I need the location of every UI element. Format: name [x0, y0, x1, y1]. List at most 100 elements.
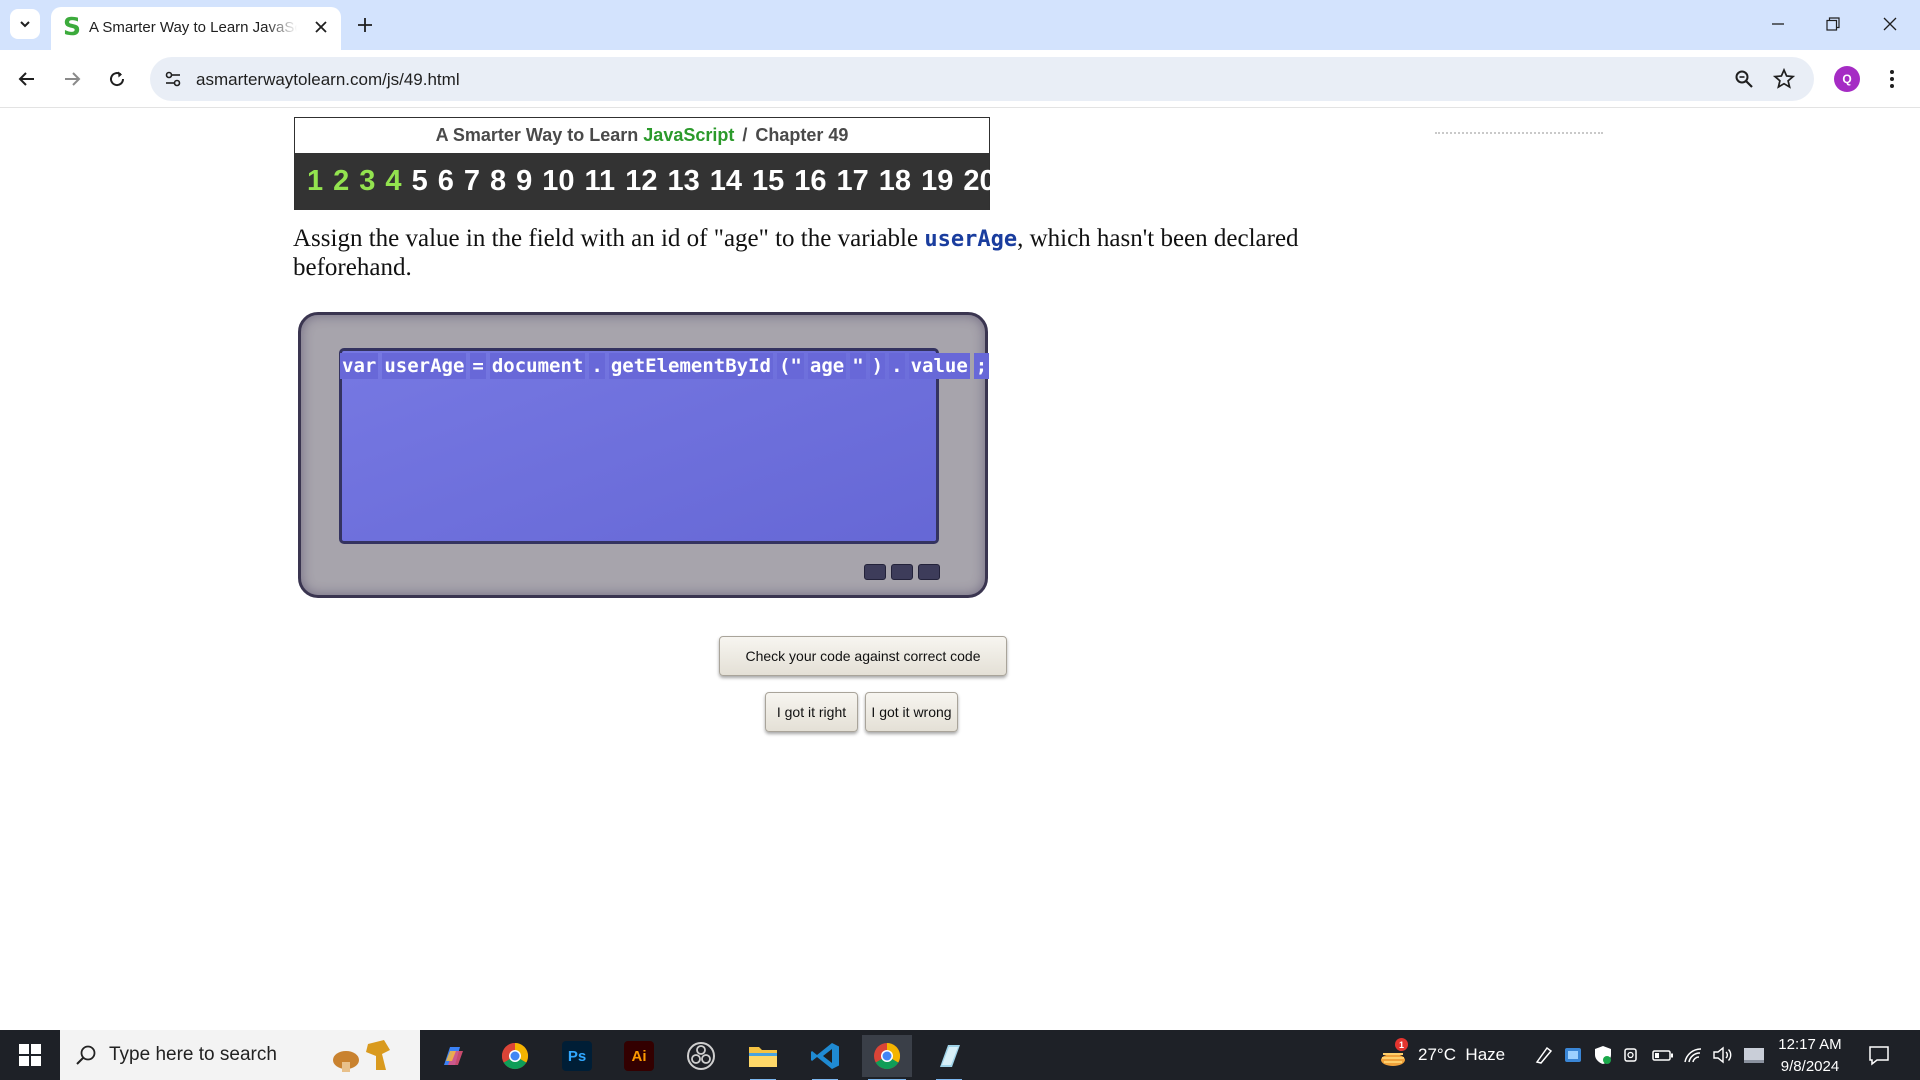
chapter-link-1[interactable]: 1: [307, 165, 323, 198]
monitor-button-icon: [891, 564, 913, 580]
display-app-icon[interactable]: [1562, 1044, 1584, 1066]
tab-title: A Smarter Way to Learn JavaScript: [89, 19, 297, 36]
chapter-link-14[interactable]: 14: [710, 165, 742, 198]
chapter-link-8[interactable]: 8: [490, 165, 506, 198]
chapter-link-11[interactable]: 11: [585, 165, 616, 198]
code-answer-line[interactable]: var userAge = document. getElementById (" age "…: [340, 352, 993, 379]
notepad-icon[interactable]: [924, 1035, 974, 1080]
security-shield-icon[interactable]: [1592, 1044, 1614, 1066]
browser-toolbar: asmarterwaytolearn.com/js/49.html Q: [0, 50, 1920, 108]
battery-icon[interactable]: [1652, 1044, 1674, 1066]
clock-date: 9/8/2024: [1780, 1058, 1840, 1075]
site-info-icon[interactable]: [162, 68, 184, 90]
chapter-link-17[interactable]: 17: [837, 165, 869, 198]
minimize-button[interactable]: [1758, 8, 1798, 40]
got-it-right-button[interactable]: I got it right: [765, 692, 858, 732]
code-token: (": [776, 352, 804, 379]
reload-button[interactable]: [101, 63, 133, 95]
notification-button[interactable]: [1862, 1040, 1896, 1070]
chapter-link-19[interactable]: 19: [921, 165, 953, 198]
clock-time: 12:17 AM: [1778, 1036, 1842, 1053]
code-token: =: [470, 352, 486, 379]
file-explorer-icon[interactable]: [738, 1035, 788, 1080]
instruction-variable: userAge: [924, 227, 1018, 252]
chapter-link-3[interactable]: 3: [359, 165, 375, 198]
photoshop-label: Ps: [562, 1041, 592, 1071]
plus-icon: [358, 18, 372, 32]
weather-text[interactable]: 27°C Haze: [1418, 1045, 1505, 1065]
copilot-icon[interactable]: [428, 1035, 478, 1077]
forward-button[interactable]: [56, 63, 88, 95]
code-token: ): [869, 352, 886, 379]
wifi-icon[interactable]: [1682, 1044, 1704, 1066]
tab-search-button[interactable]: [10, 9, 40, 39]
bookmark-star-icon[interactable]: [1772, 67, 1796, 91]
notification-icon: [1869, 1046, 1889, 1066]
dotted-divider: [1435, 132, 1603, 134]
volume-icon[interactable]: [1712, 1044, 1734, 1066]
site-favicon-icon: S: [62, 12, 81, 41]
chapter-link-4[interactable]: 4: [385, 165, 401, 198]
close-icon: [315, 21, 327, 33]
search-icon: [74, 1043, 98, 1067]
photoshop-icon[interactable]: Ps: [552, 1035, 602, 1077]
chapter-link-10[interactable]: 10: [542, 165, 574, 198]
chapter-link-16[interactable]: 16: [794, 165, 826, 198]
back-button[interactable]: [11, 63, 43, 95]
active-tab[interactable]: S A Smarter Way to Learn JavaScript: [51, 7, 341, 50]
monitor-button-icon: [864, 564, 886, 580]
taskbar-search[interactable]: Type here to search: [60, 1030, 420, 1080]
restore-icon: [1826, 17, 1840, 31]
tab-close-button[interactable]: [310, 16, 332, 38]
more-vertical-icon: [1890, 70, 1894, 88]
page-content: A Smarter Way to Learn JavaScript / Chap…: [0, 108, 1920, 1030]
close-icon: [1883, 17, 1897, 31]
address-bar[interactable]: asmarterwaytolearn.com/js/49.html: [150, 57, 1814, 101]
windows-logo-icon: [19, 1044, 41, 1066]
chrome-icon[interactable]: [490, 1035, 540, 1077]
code-token: .: [889, 352, 905, 379]
close-window-button[interactable]: [1870, 8, 1910, 40]
start-button[interactable]: [0, 1030, 60, 1080]
instruction-text-before: Assign the value in the field with an id…: [293, 225, 925, 252]
profile-avatar[interactable]: Q: [1834, 66, 1860, 92]
exercise-instruction: Assign the value in the field with an id…: [293, 225, 1413, 282]
browser-menu-button[interactable]: [1876, 63, 1908, 95]
arrow-right-icon: [65, 72, 81, 86]
code-token: var: [340, 352, 379, 379]
chevron-down-icon: [20, 21, 30, 28]
keyboard-icon[interactable]: [1743, 1044, 1765, 1066]
chapter-link-18[interactable]: 18: [879, 165, 911, 198]
tab-strip: S A Smarter Way to Learn JavaScript: [0, 0, 1920, 50]
camera-icon[interactable]: [1620, 1044, 1642, 1066]
code-token: ;: [973, 352, 990, 379]
new-tab-button[interactable]: [350, 10, 380, 40]
chapter-link-2[interactable]: 2: [333, 165, 349, 198]
code-token: userAge: [382, 352, 467, 379]
title-separator: /: [742, 125, 748, 145]
chapter-header: A Smarter Way to Learn JavaScript / Chap…: [294, 117, 996, 210]
taskbar-clock[interactable]: 12:17 AM 9/8/2024: [1770, 1034, 1850, 1078]
chapter-link-15[interactable]: 15: [752, 165, 784, 198]
chapter-link-20[interactable]: 20: [963, 165, 995, 198]
chapter-link-5[interactable]: 5: [412, 165, 428, 198]
chrome-active-icon[interactable]: [862, 1035, 912, 1080]
restore-button[interactable]: [1813, 8, 1853, 40]
illustrator-icon[interactable]: Ai: [614, 1035, 664, 1077]
search-highlight-icon: [333, 1040, 390, 1072]
illustrator-label: Ai: [624, 1041, 654, 1071]
taskbar: Type here to search Ps Ai 1 27°C Haze 12…: [0, 1030, 1920, 1080]
chapter-link-12[interactable]: 12: [625, 165, 657, 198]
pen-icon[interactable]: [1533, 1044, 1555, 1066]
obs-icon[interactable]: [676, 1035, 726, 1077]
weather-alert-badge: 1: [1395, 1038, 1408, 1051]
got-it-wrong-button[interactable]: I got it wrong: [865, 692, 958, 732]
chapter-link-6[interactable]: 6: [438, 165, 454, 198]
vscode-icon[interactable]: [800, 1035, 850, 1080]
chapter-link-13[interactable]: 13: [667, 165, 699, 198]
check-code-button[interactable]: Check your code against correct code: [719, 636, 1007, 676]
zoom-icon[interactable]: [1732, 67, 1756, 91]
chapter-link-7[interactable]: 7: [464, 165, 480, 198]
chapter-link-9[interactable]: 9: [516, 165, 532, 198]
chapter-label: Chapter 49: [755, 125, 849, 145]
